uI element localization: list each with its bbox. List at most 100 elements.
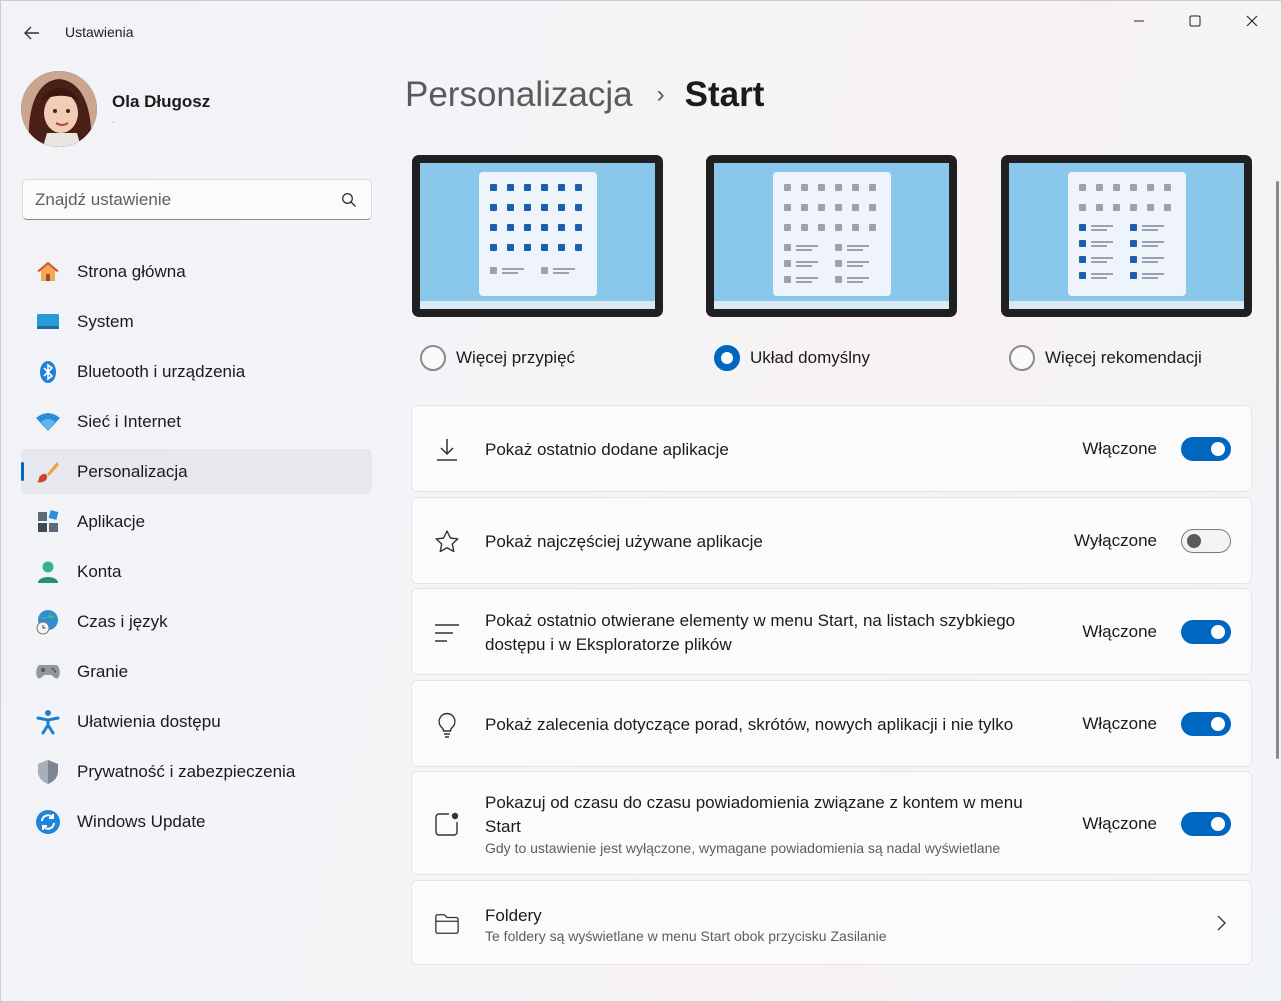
toggle-group: Wyłączone [1074, 529, 1231, 553]
sidebar-item-windows-update[interactable]: Windows Update [21, 799, 372, 844]
setting-description: Te foldery są wyświetlane w menu Start o… [485, 928, 887, 944]
maximize-icon [1189, 15, 1201, 27]
monitor-icon [35, 309, 61, 335]
setting-title: Pokaż zalecenia dotyczące porad, skrótów… [485, 715, 1014, 734]
sidebar-item-accounts[interactable]: Konta [21, 549, 372, 594]
vertical-scrollbar[interactable] [1276, 181, 1279, 759]
layout-radio-more-recommendations[interactable]: Więcej rekomendacji [1009, 345, 1202, 371]
layout-radio-default[interactable]: Układ domyślny [714, 345, 870, 371]
back-arrow-icon [24, 26, 39, 40]
sidebar-item-home[interactable]: Strona główna [21, 249, 372, 294]
list-icon [434, 620, 460, 646]
shield-icon [35, 759, 61, 785]
layout-preview-default[interactable] [706, 155, 957, 317]
home-icon [35, 259, 61, 285]
user-subtitle: . [112, 115, 115, 126]
toggle-state-label: Włączone [1082, 714, 1157, 733]
layout-option-more-recommendations: Więcej rekomendacji [1001, 155, 1252, 371]
setting-recent-apps: Pokaż ostatnio dodane aplikacje Włączone [411, 405, 1252, 492]
layout-preview-more-pins[interactable] [412, 155, 663, 317]
sidebar-item-system[interactable]: System [21, 299, 372, 344]
wifi-icon [35, 409, 61, 435]
person-icon [35, 559, 61, 585]
setting-description: Gdy to ustawienie jest wyłączone, wymaga… [485, 840, 1001, 856]
toggle-state-label: Włączone [1082, 439, 1157, 458]
setting-title: Pokaż ostatnio otwierane elementy w menu… [485, 611, 1016, 654]
toggle-knob [1211, 817, 1225, 831]
notification-badge-icon [434, 811, 460, 837]
radio-button[interactable] [714, 345, 740, 371]
toggle-knob [1211, 625, 1225, 639]
preview-start-panel [773, 172, 891, 296]
search-box[interactable] [22, 179, 372, 220]
gamepad-icon [35, 659, 61, 685]
radio-label: Układ domyślny [750, 348, 870, 367]
maximize-button[interactable] [1167, 1, 1223, 41]
sidebar-item-label: Personalizacja [77, 462, 188, 481]
toggle-group: Włączone [1082, 620, 1231, 644]
sidebar-item-label: Konta [77, 562, 122, 581]
sidebar-item-label: Strona główna [77, 262, 186, 281]
page-title: Start [684, 75, 765, 114]
sidebar-item-gaming[interactable]: Granie [21, 649, 372, 694]
recent-items-toggle[interactable] [1181, 620, 1231, 644]
sidebar-item-label: Czas i język [77, 612, 168, 631]
setting-folders[interactable]: Foldery Te foldery są wyświetlane w menu… [411, 880, 1252, 965]
sidebar-item-network[interactable]: Sieć i Internet [21, 399, 372, 444]
chevron-right-icon[interactable] [1213, 914, 1229, 932]
toggle-state-label: Włączone [1082, 622, 1157, 641]
sidebar-item-apps[interactable]: Aplikacje [21, 499, 372, 544]
setting-recent-items: Pokaż ostatnio otwierane elementy w menu… [411, 588, 1252, 675]
search-icon[interactable] [341, 192, 357, 208]
sidebar-item-bluetooth[interactable]: Bluetooth i urządzenia [21, 349, 372, 394]
setting-title: Pokazuj od czasu do czasu powiadomienia … [485, 793, 1023, 836]
layout-option-more-pins: Więcej przypięć [412, 155, 663, 371]
sidebar-item-label: Sieć i Internet [77, 412, 181, 431]
close-button[interactable] [1224, 1, 1280, 41]
layout-option-default: Układ domyślny [706, 155, 957, 371]
radio-label: Więcej przypięć [456, 348, 576, 367]
preview-screen [1009, 163, 1244, 309]
setting-title: Pokaż najczęściej używane aplikacje [485, 532, 763, 551]
radio-button[interactable] [420, 345, 446, 371]
sidebar-item-privacy[interactable]: Prywatność i zabezpieczenia [21, 749, 372, 794]
breadcrumb-parent[interactable]: Personalizacja [405, 75, 633, 115]
radio-button[interactable] [1009, 345, 1035, 371]
setting-title: Foldery [485, 906, 542, 925]
avatar[interactable] [21, 71, 97, 147]
toggle-knob [1211, 442, 1225, 456]
sidebar-item-label: Ułatwienia dostępu [77, 712, 221, 731]
most-used-toggle[interactable] [1181, 529, 1231, 553]
preview-start-panel [479, 172, 597, 296]
tips-toggle[interactable] [1181, 712, 1231, 736]
search-input[interactable] [35, 180, 335, 219]
recent-apps-toggle[interactable] [1181, 437, 1231, 461]
update-icon [35, 809, 61, 835]
minimize-icon [1134, 20, 1144, 22]
setting-most-used: Pokaż najczęściej używane aplikacje Wyłą… [411, 497, 1252, 584]
breadcrumb: Personalizacja › Start [405, 75, 764, 115]
layout-preview-more-recommendations[interactable] [1001, 155, 1252, 317]
sidebar-item-label: Aplikacje [77, 512, 146, 531]
layout-radio-more-pins[interactable]: Więcej przypięć [420, 345, 575, 371]
account-notifications-toggle[interactable] [1181, 812, 1231, 836]
close-icon [1246, 15, 1258, 27]
toggle-group: Włączone [1082, 437, 1231, 461]
apps-icon [35, 509, 61, 535]
lightbulb-icon [434, 712, 460, 738]
paintbrush-icon [35, 459, 61, 485]
globe-clock-icon [35, 609, 61, 635]
setting-title: Pokaż ostatnio dodane aplikacje [485, 440, 729, 459]
setting-tips: Pokaż zalecenia dotyczące porad, skrótów… [411, 680, 1252, 767]
title-bar: Ustawienia [1, 1, 1281, 61]
minimize-button[interactable] [1111, 1, 1167, 41]
toggle-state-label: Włączone [1082, 814, 1157, 833]
default-layout-icon [784, 184, 876, 283]
sidebar-item-time-language[interactable]: Czas i język [21, 599, 372, 644]
sidebar-nav: Strona główna System Bluetooth i urządze… [21, 249, 372, 849]
folder-icon [434, 911, 460, 937]
toggle-group: Włączone [1082, 812, 1231, 836]
sidebar-item-personalization[interactable]: Personalizacja [21, 449, 372, 494]
back-button[interactable] [15, 17, 49, 49]
sidebar-item-accessibility[interactable]: Ułatwienia dostępu [21, 699, 372, 744]
